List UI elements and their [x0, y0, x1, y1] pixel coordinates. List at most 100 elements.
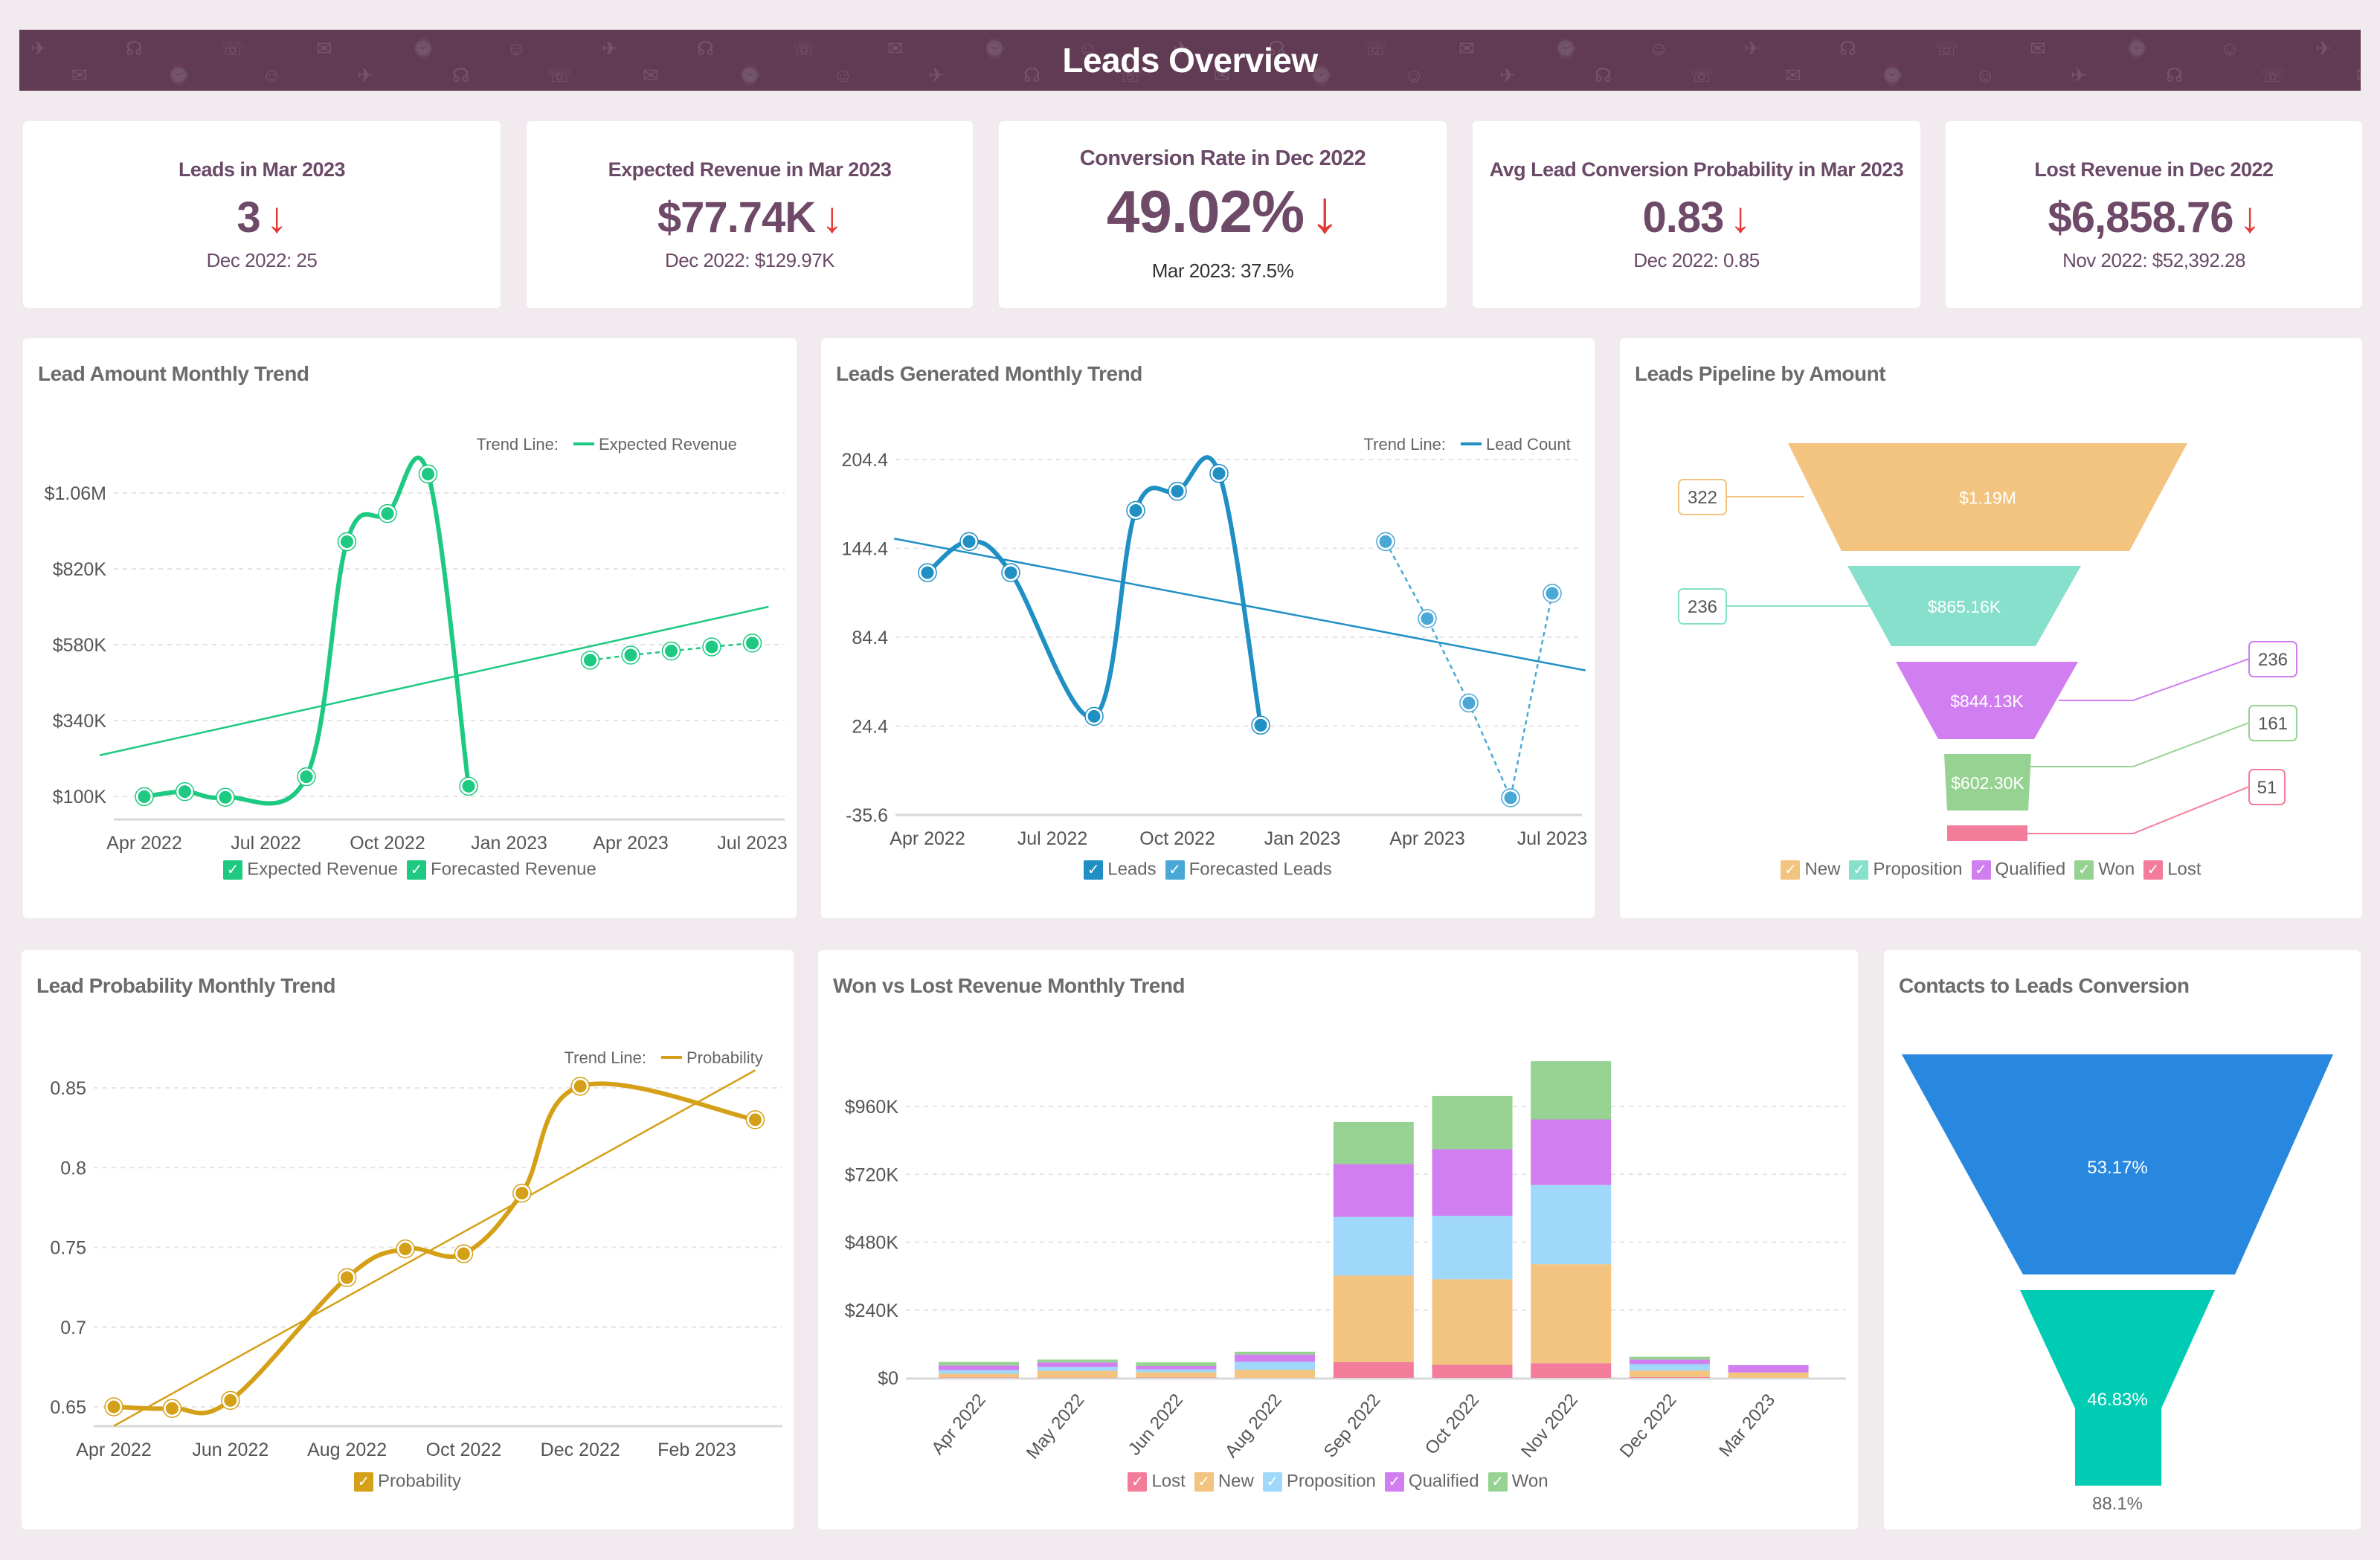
checkbox-icon[interactable]: ✓ — [1781, 860, 1801, 880]
bar-segment-qualified[interactable] — [1531, 1119, 1612, 1185]
data-point[interactable] — [396, 1240, 414, 1258]
bar-segment-proposition[interactable] — [1432, 1216, 1513, 1280]
data-point[interactable] — [1127, 502, 1145, 520]
data-point[interactable] — [1502, 789, 1519, 807]
legend-item[interactable]: ✓ Won — [2074, 859, 2135, 880]
checkbox-icon[interactable]: ✓ — [1384, 1472, 1404, 1492]
checkbox-icon[interactable]: ✓ — [1084, 860, 1104, 880]
legend-item[interactable]: ✓ Probability — [353, 1471, 461, 1492]
legend-item[interactable]: ✓ Lost — [2143, 859, 2202, 880]
checkbox-icon[interactable]: ✓ — [1849, 860, 1869, 880]
bar-segment-won[interactable] — [1432, 1095, 1513, 1150]
bar-segment-won[interactable] — [1235, 1351, 1316, 1355]
bar-segment-won[interactable] — [1136, 1362, 1217, 1366]
bar-segment-qualified[interactable] — [1432, 1149, 1513, 1216]
data-point[interactable] — [1460, 694, 1478, 712]
bar-segment-proposition[interactable] — [1629, 1364, 1710, 1371]
checkbox-icon[interactable]: ✓ — [1488, 1472, 1508, 1492]
lead-probability-chart[interactable]: 0.65 0.7 0.75 0.8 0.85 Apr 2022 Jun 2022 Aug 20… — [22, 950, 794, 1530]
legend-item[interactable]: ✓ Qualified — [1971, 859, 2065, 880]
bar-segment-proposition[interactable] — [1333, 1216, 1414, 1276]
data-point[interactable] — [338, 532, 356, 550]
data-point[interactable] — [744, 634, 761, 652]
checkbox-icon[interactable]: ✓ — [1262, 1472, 1282, 1492]
legend-item[interactable]: ✓ Expected Revenue — [223, 859, 398, 880]
legend-item[interactable]: ✓ Lost — [1128, 1471, 1186, 1492]
bar-segment-proposition[interactable] — [1136, 1369, 1217, 1373]
bar-segment-new[interactable] — [1136, 1372, 1217, 1378]
bar-segment-new[interactable] — [1432, 1279, 1513, 1365]
bar-segment-new[interactable] — [1037, 1370, 1118, 1378]
data-point[interactable] — [298, 768, 315, 786]
pipeline-funnel-chart[interactable]: $1.19M 322 $865.16K 236 $844.13K 236 $602.30K 1… — [1620, 338, 2362, 918]
data-point[interactable] — [1168, 483, 1186, 500]
checkbox-icon[interactable]: ✓ — [1165, 860, 1185, 880]
data-point[interactable] — [454, 1245, 472, 1263]
checkbox-icon[interactable]: ✓ — [2074, 860, 2094, 880]
data-point[interactable] — [176, 783, 193, 801]
data-point[interactable] — [222, 1391, 239, 1409]
data-point[interactable] — [622, 646, 640, 664]
data-point[interactable] — [105, 1398, 123, 1416]
kpi-card-lost-revenue[interactable]: Lost Revenue in Dec 2022 $6,858.76 ↓ Nov … — [1946, 121, 2362, 308]
bar-segment-won[interactable] — [1333, 1121, 1414, 1164]
bar-segment-proposition[interactable] — [939, 1370, 1019, 1374]
data-point[interactable] — [919, 564, 936, 581]
data-point[interactable] — [663, 642, 680, 660]
funnel-stage-leads[interactable] — [2020, 1290, 2215, 1486]
bar-segment-new[interactable] — [1629, 1370, 1710, 1377]
checkbox-icon[interactable]: ✓ — [1971, 860, 1991, 880]
data-point[interactable] — [703, 638, 721, 656]
bar-segment-lost[interactable] — [1531, 1363, 1612, 1378]
bar-segment-won[interactable] — [939, 1361, 1019, 1366]
bar-segment-won[interactable] — [1531, 1061, 1612, 1120]
data-point[interactable] — [746, 1111, 764, 1129]
kpi-card-avg-probability[interactable]: Avg Lead Conversion Probability in Mar 2… — [1473, 121, 1920, 308]
legend-item[interactable]: ✓ Won — [1488, 1471, 1548, 1492]
data-point[interactable] — [571, 1077, 589, 1095]
bar-segment-qualified[interactable] — [1728, 1364, 1809, 1373]
bar-segment-lost[interactable] — [939, 1377, 1019, 1378]
checkbox-icon[interactable]: ✓ — [407, 860, 426, 880]
bar-segment-qualified[interactable] — [1136, 1365, 1217, 1370]
bar-segment-lost[interactable] — [1136, 1377, 1217, 1378]
checkbox-icon[interactable]: ✓ — [2143, 860, 2164, 880]
legend-item[interactable]: ✓ Forecasted Revenue — [407, 859, 596, 880]
legend-item[interactable]: ✓ Proposition — [1262, 1471, 1376, 1492]
bar-segment-new[interactable] — [1235, 1370, 1316, 1378]
data-point[interactable] — [1002, 564, 1020, 581]
bar-segment-lost[interactable] — [1629, 1376, 1710, 1378]
data-point[interactable] — [1418, 610, 1436, 628]
bar-segment-lost[interactable] — [1333, 1361, 1414, 1378]
data-point[interactable] — [1085, 707, 1103, 725]
checkbox-icon[interactable]: ✓ — [1194, 1472, 1214, 1492]
kpi-card-expected-revenue[interactable]: Expected Revenue in Mar 2023 $77.74K ↓ De… — [527, 121, 973, 308]
data-point[interactable] — [1543, 584, 1561, 602]
bar-segment-new[interactable] — [1728, 1372, 1809, 1378]
data-point[interactable] — [582, 651, 599, 669]
kpi-card-leads[interactable]: Leads in Mar 2023 3 ↓ Dec 2022: 25 — [23, 121, 501, 308]
bar-segment-lost[interactable] — [1432, 1364, 1513, 1378]
bar-segment-qualified[interactable] — [1235, 1354, 1316, 1362]
data-point[interactable] — [1252, 716, 1270, 734]
data-point[interactable] — [163, 1399, 181, 1417]
bar-segment-new[interactable] — [1531, 1264, 1612, 1364]
data-point[interactable] — [460, 777, 477, 795]
bar-segment-won[interactable] — [1629, 1356, 1710, 1360]
lead-amount-chart[interactable]: $100K $340K $580K $820K $1.06M Apr 2022 Jul 20… — [23, 338, 797, 918]
kpi-card-conversion-rate[interactable]: Conversion Rate in Dec 2022 49.02% ↓ Mar … — [999, 121, 1447, 308]
legend-item[interactable]: ✓ Leads — [1084, 859, 1157, 880]
contacts-conversion-funnel[interactable]: 53.17% 46.83% 88.1% — [1884, 950, 2361, 1530]
data-point[interactable] — [1210, 465, 1228, 483]
data-point[interactable] — [419, 465, 437, 483]
data-point[interactable] — [960, 532, 978, 550]
legend-item[interactable]: ✓ Qualified — [1384, 1471, 1479, 1492]
legend-item[interactable]: ✓ Forecasted Leads — [1165, 859, 1332, 880]
legend-item[interactable]: ✓ New — [1194, 1471, 1254, 1492]
funnel-stage[interactable] — [1947, 825, 2027, 841]
legend-item[interactable]: ✓ New — [1781, 859, 1840, 880]
checkbox-icon[interactable]: ✓ — [223, 860, 243, 880]
bar-segment-new[interactable] — [1333, 1275, 1414, 1362]
bar-segment-qualified[interactable] — [939, 1365, 1019, 1370]
data-point[interactable] — [135, 787, 153, 805]
